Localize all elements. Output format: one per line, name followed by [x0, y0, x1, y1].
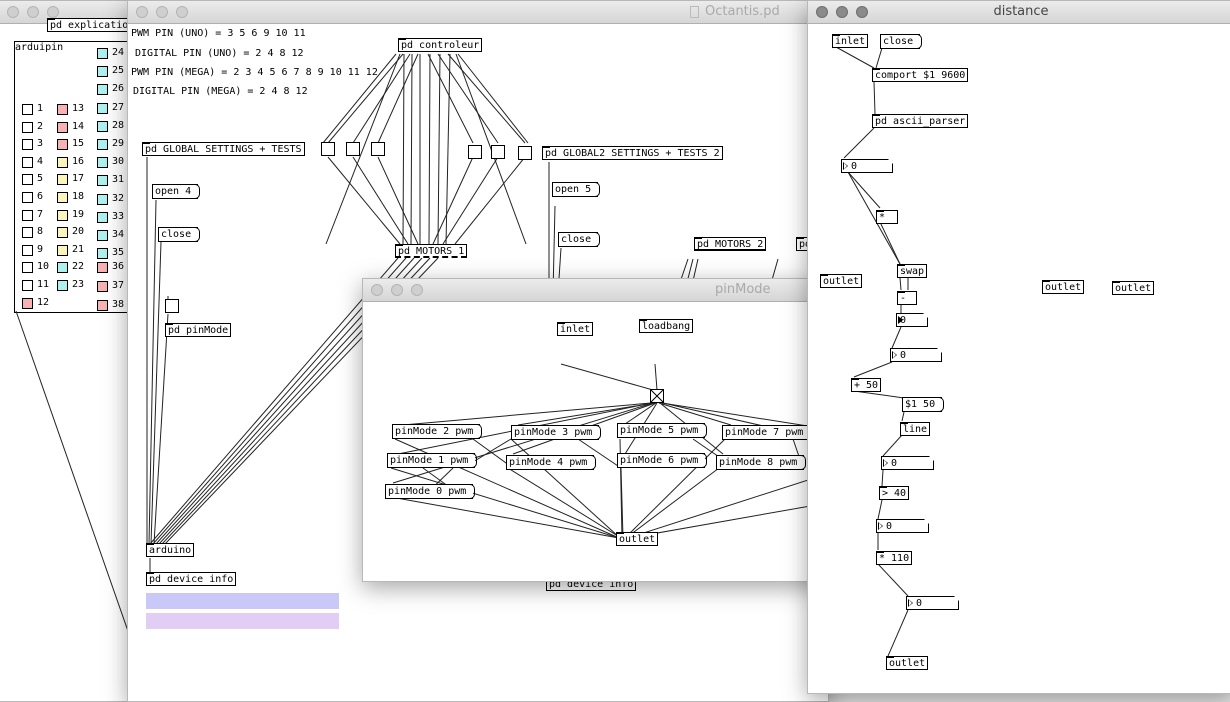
close-window-button[interactable] [816, 6, 828, 18]
global-settings-subpatch[interactable]: pd GLOBAL SETTINGS + TESTS [142, 142, 305, 156]
distance-window[interactable]: distance inlet close comport $1 9600 pd … [807, 0, 1230, 694]
number-box-3[interactable]: 0 [890, 348, 942, 362]
pinmode-wires [390, 363, 833, 539]
distance-title: distance [993, 4, 1049, 19]
explication-canvas: pd explication arduipin 1 2 3 4 5 6 7 8 9 10 11 12 1… [0, 18, 139, 701]
toggle-5[interactable] [491, 145, 505, 159]
explication-window[interactable]: pd explication arduipin 1 2 3 4 5 6 7 8 9 10 11 12 1… [0, 0, 140, 702]
swap-object[interactable]: swap [897, 264, 928, 278]
minimize-window-button[interactable] [27, 6, 39, 18]
octantis-titlebar[interactable]: Octantis.pd [128, 1, 828, 24]
close-window-button[interactable] [136, 6, 148, 18]
minus-object[interactable]: - [897, 291, 917, 305]
distance-titlebar[interactable]: distance [808, 1, 1230, 24]
pinmode-5-message[interactable]: pinMode 5 pwm [617, 423, 708, 438]
number-box-5[interactable]: 0 [876, 519, 929, 533]
explication-wires [15, 310, 130, 635]
number-box-4[interactable]: 0 [881, 456, 934, 470]
minimize-window-button[interactable] [156, 6, 168, 18]
arduino-object[interactable]: arduino [146, 543, 195, 557]
greater-than-40-object[interactable]: > 40 [879, 486, 910, 500]
outlet-object-1[interactable]: outlet [820, 274, 863, 288]
msg-50[interactable]: $1 50 [902, 397, 945, 412]
zoom-window-button[interactable] [856, 6, 868, 18]
close-message[interactable]: close [158, 227, 201, 242]
close-window-button[interactable] [371, 284, 383, 296]
number-box-3-value: 0 [900, 350, 907, 361]
zoom-window-button[interactable] [176, 6, 188, 18]
close-window-button[interactable] [7, 6, 19, 18]
zoom-window-button[interactable] [411, 284, 423, 296]
bang-cross-icon [651, 390, 663, 402]
outlet-object-4[interactable]: outlet [886, 656, 929, 670]
pinmode-3-message[interactable]: pinMode 3 pwm [511, 425, 602, 440]
pinmode-canvas: inlet loadbang pinMode 2 pwm pinMode 3 p… [363, 302, 833, 581]
number-box-2-value: 0 [900, 315, 907, 326]
pwm-mega-comment: PWM PIN (MEGA) = 2 3 4 5 6 7 8 9 10 11 1… [131, 67, 378, 78]
number-box-4-value: 0 [891, 458, 898, 469]
motors-1-subpatch[interactable]: pd MOTORS 1 [395, 244, 468, 258]
number-box-6-value: 0 [916, 598, 923, 609]
number-box-1-value: 0 [851, 161, 858, 172]
plus-50-object[interactable]: + 50 [851, 378, 882, 392]
open-4-message[interactable]: open 4 [152, 184, 201, 199]
device-info-bar-blue [146, 593, 339, 609]
digital-mega-comment: DIGITAL PIN (MEGA) = 2 4 8 12 [133, 86, 308, 97]
pinmode-7-message[interactable]: pinMode 7 pwm [722, 425, 813, 440]
motors-2-subpatch[interactable]: pd MOTORS 2 [694, 237, 767, 251]
outlet-object-3[interactable]: outlet [1112, 281, 1155, 295]
line-object[interactable]: line [900, 422, 931, 436]
comport-object[interactable]: comport $1 9600 [872, 68, 969, 82]
multiply-110-object[interactable]: * 110 [876, 551, 913, 565]
controleur-subpatch[interactable]: pd controleur [398, 38, 483, 52]
toggle-4[interactable] [468, 145, 482, 159]
device-info-bar-lilac [146, 613, 339, 629]
distance-canvas: inlet close comport $1 9600 pd ascii_par… [808, 24, 1230, 693]
loadbang-object[interactable]: loadbang [639, 319, 694, 333]
outlet-object-2[interactable]: outlet [1042, 280, 1085, 294]
open-5-message[interactable]: open 5 [552, 182, 601, 197]
document-icon [690, 6, 699, 18]
pinmode-4-message[interactable]: pinMode 4 pwm [506, 455, 597, 470]
pinmode-8-message[interactable]: pinMode 8 pwm [716, 455, 807, 470]
inlet-object[interactable]: inlet [832, 34, 869, 48]
inlet-object[interactable]: inlet [557, 322, 594, 336]
ascii-parser-subpatch[interactable]: pd ascii_parser [872, 114, 969, 128]
toggle-6[interactable] [518, 146, 532, 160]
global2-settings-subpatch[interactable]: pd GLOBAL2 SETTINGS + TESTS 2 [542, 146, 723, 160]
device-info-subpatch[interactable]: pd device info [146, 572, 237, 586]
close-message-2[interactable]: close [558, 232, 601, 247]
minimize-window-button[interactable] [391, 284, 403, 296]
digital-uno-comment: DIGITAL PIN (UNO) = 2 4 8 12 [135, 48, 304, 59]
number-box-5-value: 0 [886, 521, 893, 532]
pinmode-0-message[interactable]: pinMode 0 pwm [385, 484, 476, 499]
toggle-7[interactable] [165, 299, 179, 313]
pinmode-6-message[interactable]: pinMode 6 pwm [617, 453, 708, 468]
number-box-1[interactable]: 0 [841, 159, 893, 173]
pinmode-2-message[interactable]: pinMode 2 pwm [392, 424, 483, 439]
multiply-object[interactable]: * [876, 210, 898, 224]
trigger-bang[interactable] [650, 389, 664, 403]
pinmode-titlebar[interactable]: pinMode [363, 279, 833, 302]
pinmode-title: pinMode [715, 282, 771, 297]
pinmode-1-message[interactable]: pinMode 1 pwm [387, 453, 478, 468]
pwm-uno-comment: PWM PIN (UNO) = 3 5 6 9 10 11 [131, 28, 306, 39]
number-box-6[interactable]: 0 [906, 596, 959, 610]
octantis-title: Octantis.pd [705, 4, 780, 19]
toggle-2[interactable] [346, 142, 360, 156]
pinmode-subpatch[interactable]: pd pinMode [165, 323, 232, 337]
toggle-3[interactable] [371, 142, 385, 156]
outlet-object[interactable]: outlet [616, 532, 659, 546]
close-message[interactable]: close [880, 34, 923, 49]
number-box-2[interactable]: 0 [896, 313, 928, 327]
zoom-window-button[interactable] [47, 6, 59, 18]
minimize-window-button[interactable] [836, 6, 848, 18]
toggle-1[interactable] [321, 142, 335, 156]
pinmode-window[interactable]: pinMode inlet loadbang pinMode 2 pwm pin… [362, 278, 834, 582]
